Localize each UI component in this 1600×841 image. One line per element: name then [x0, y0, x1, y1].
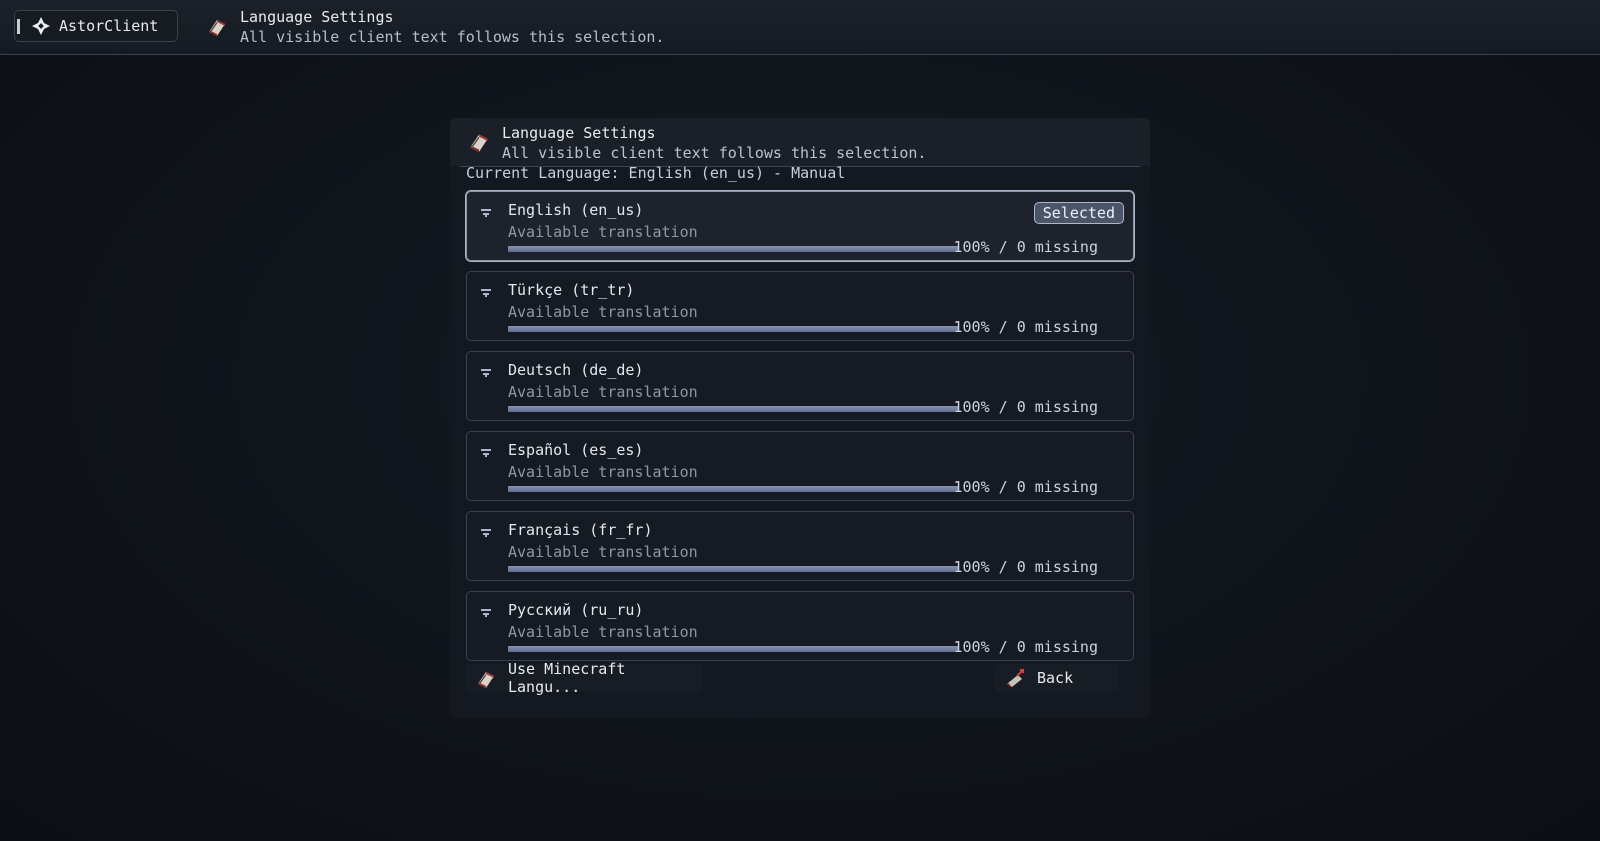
- progress-label: 100% / 0 missing: [953, 638, 1099, 656]
- language-list: English (en_us) Selected Available trans…: [465, 190, 1135, 671]
- panel-header: Language Settings All visible client tex…: [450, 118, 1150, 166]
- progress-fill: [508, 406, 958, 412]
- current-language-label: Current Language: English (en_us) - Manu…: [466, 164, 846, 182]
- back-arrow-icon: [1003, 666, 1027, 690]
- flag-icon: [480, 285, 492, 297]
- language-row-ru-ru[interactable]: Русский (ru_ru) Available translation 10…: [466, 591, 1134, 661]
- language-status: Available translation: [508, 623, 698, 641]
- panel-title: Language Settings: [502, 124, 656, 142]
- page-subtitle: All visible client text follows this sel…: [240, 28, 665, 46]
- use-minecraft-language-button[interactable]: Use Minecraft Langu...: [466, 660, 702, 696]
- language-status: Available translation: [508, 543, 698, 561]
- flag-icon: [480, 365, 492, 377]
- progress-fill: [508, 486, 958, 492]
- selected-badge: Selected: [1033, 202, 1124, 224]
- language-row-fr-fr[interactable]: Français (fr_fr) Available translation 1…: [466, 511, 1134, 581]
- language-name: Deutsch (de_de): [508, 361, 644, 379]
- language-name: Türkçe (tr_tr): [508, 281, 635, 299]
- flag-icon: [480, 205, 492, 217]
- language-row-es-es[interactable]: Español (es_es) Available translation 10…: [466, 431, 1134, 501]
- progress-fill: [508, 646, 958, 652]
- language-name: Русский (ru_ru): [508, 601, 644, 619]
- language-row-en-us[interactable]: English (en_us) Selected Available trans…: [465, 190, 1135, 262]
- progress-label: 100% / 0 missing: [953, 238, 1099, 256]
- use-minecraft-language-label: Use Minecraft Langu...: [508, 660, 626, 696]
- language-settings-panel: Language Settings All visible client tex…: [450, 118, 1150, 718]
- client-brand-button[interactable]: AstorClient: [14, 10, 178, 42]
- language-name: Français (fr_fr): [508, 521, 653, 539]
- language-status: Available translation: [508, 383, 698, 401]
- back-button[interactable]: Back: [995, 664, 1119, 692]
- book-icon: [466, 128, 492, 154]
- progress-fill: [508, 246, 958, 252]
- panel-subtitle: All visible client text follows this sel…: [502, 144, 927, 162]
- translation-progress-bar: [508, 326, 958, 332]
- translation-progress-bar: [508, 406, 958, 412]
- flag-icon: [480, 445, 492, 457]
- translation-progress-bar: [508, 646, 958, 652]
- brand-accent-bar: [17, 19, 20, 34]
- client-name: AstorClient: [59, 17, 159, 35]
- progress-fill: [508, 326, 958, 332]
- language-row-de-de[interactable]: Deutsch (de_de) Available translation 10…: [466, 351, 1134, 421]
- flag-icon: [480, 525, 492, 537]
- progress-label: 100% / 0 missing: [953, 318, 1099, 336]
- progress-fill: [508, 566, 958, 572]
- language-name: English (en_us): [508, 201, 644, 219]
- flag-icon: [480, 605, 492, 617]
- back-label: Back: [1037, 669, 1074, 687]
- language-name: Español (es_es): [508, 441, 644, 459]
- diamond-star-icon: [31, 16, 51, 36]
- language-status: Available translation: [508, 303, 698, 321]
- translation-progress-bar: [508, 566, 958, 572]
- page-title: Language Settings: [240, 8, 394, 26]
- book-icon: [205, 14, 229, 38]
- progress-label: 100% / 0 missing: [953, 478, 1099, 496]
- translation-progress-bar: [508, 246, 958, 252]
- book-icon: [474, 666, 498, 690]
- translation-progress-bar: [508, 486, 958, 492]
- progress-label: 100% / 0 missing: [953, 398, 1099, 416]
- language-status: Available translation: [508, 463, 698, 481]
- language-status: Available translation: [508, 223, 698, 241]
- top-bar: AstorClient Language Settings All visibl…: [0, 0, 1600, 55]
- language-row-tr-tr[interactable]: Türkçe (tr_tr) Available translation 100…: [466, 271, 1134, 341]
- progress-label: 100% / 0 missing: [953, 558, 1099, 576]
